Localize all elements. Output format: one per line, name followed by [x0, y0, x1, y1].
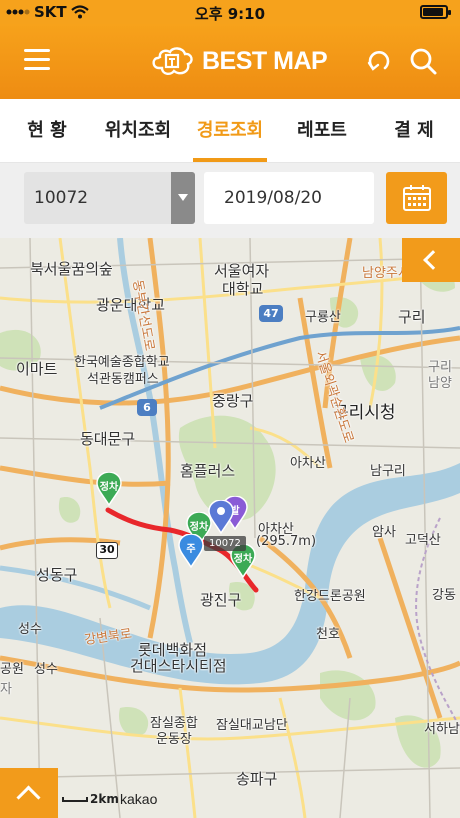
road-shield-6: 6 — [137, 399, 157, 416]
tab-payment[interactable]: 결 제 — [374, 99, 454, 163]
map-label: 한강드론공원 — [294, 589, 366, 604]
app-logo: BEST MAP — [150, 44, 328, 78]
map-label: 건대스타시티점 — [130, 657, 227, 675]
chevron-down-icon[interactable] — [171, 172, 195, 224]
map-label: 북서울꿈의숲 — [30, 260, 113, 278]
stop-pin[interactable]: 정차 — [96, 471, 122, 507]
map-label: 암사 — [372, 525, 396, 540]
map-label: 천호 — [316, 627, 340, 642]
map-label: 광진구 — [200, 591, 242, 609]
map-label: 자 — [0, 682, 12, 697]
map-label: 공원 — [0, 662, 24, 677]
map-label: 석관동캠퍼스 — [87, 372, 159, 387]
map-label: 구리 — [428, 360, 452, 375]
battery-icon — [420, 5, 451, 19]
road-shield-47: 47 — [259, 305, 283, 322]
tab-bar: 현 황 위치조회 경로조회 레포트 결 제 — [0, 99, 460, 163]
road-shield-30: 30 — [96, 542, 118, 559]
map-label: 성동구 — [36, 566, 78, 584]
app-header: BEST MAP — [0, 24, 460, 99]
brand-name: BEST MAP — [202, 46, 328, 75]
active-tab-indicator — [193, 158, 267, 162]
search-icon[interactable] — [408, 46, 438, 76]
scroll-up-button[interactable] — [0, 768, 58, 818]
logo-icon — [152, 47, 193, 76]
map-label: 성수 — [18, 622, 42, 637]
scale-bar-icon — [62, 797, 88, 802]
device-select[interactable]: 10072 — [24, 172, 195, 224]
map-label: 중랑구 — [212, 392, 254, 410]
map-label: 아차산 — [290, 456, 326, 471]
calendar-button[interactable] — [386, 172, 447, 224]
location-pin-icon — [208, 499, 234, 535]
map-label: (295.7m) — [256, 534, 317, 549]
tab-status[interactable]: 현 황 — [8, 99, 86, 163]
map-label: 송파구 — [236, 770, 278, 788]
map-label: 성수 — [34, 662, 58, 677]
map-label: 이마트 — [16, 360, 58, 378]
map-label: 구룡산 — [305, 310, 341, 325]
refresh-icon[interactable] — [364, 46, 394, 76]
panel-toggle-button[interactable] — [402, 238, 460, 282]
map-label: 구리 — [398, 308, 426, 326]
tab-report[interactable]: 레포트 — [284, 99, 360, 163]
tab-location[interactable]: 위치조회 — [98, 99, 178, 163]
date-field[interactable]: 2019/08/20 — [204, 172, 374, 224]
map-scale: 2km — [62, 792, 119, 806]
filter-bar: 10072 2019/08/20 — [0, 163, 460, 238]
map-label: 강동 — [432, 588, 456, 603]
map-label: 대학교 — [222, 280, 264, 298]
tab-route[interactable]: 경로조회 — [190, 99, 270, 163]
map-label: 운동장 — [156, 732, 192, 747]
scale-label: 2km — [90, 792, 119, 806]
map-label: 남구리 — [370, 464, 406, 479]
map-label: 홈플러스 — [180, 462, 236, 480]
route-map[interactable]: 47 6 30 북서울꿈의숲 서울여자 대학교 남양주시 광운대학교 구룡산 구… — [0, 238, 460, 818]
device-label: 10072 — [204, 536, 246, 551]
map-label: 고덕산 — [405, 533, 441, 548]
map-label: 잠실대교남단 — [216, 718, 288, 733]
calendar-icon — [403, 185, 431, 211]
map-label: 광운대학교 — [96, 296, 166, 314]
map-label: 서하남 — [424, 722, 460, 737]
hamburger-icon[interactable] — [24, 49, 50, 71]
device-select-value: 10072 — [34, 188, 89, 208]
drive-pin[interactable]: 주 — [178, 533, 204, 569]
map-label: 동대문구 — [80, 430, 136, 448]
status-bar: SKT 오후 9:10 — [0, 0, 460, 24]
map-attribution: kakao — [120, 791, 158, 807]
location-pin[interactable] — [208, 499, 234, 535]
status-time: 오후 9:10 — [194, 5, 266, 23]
